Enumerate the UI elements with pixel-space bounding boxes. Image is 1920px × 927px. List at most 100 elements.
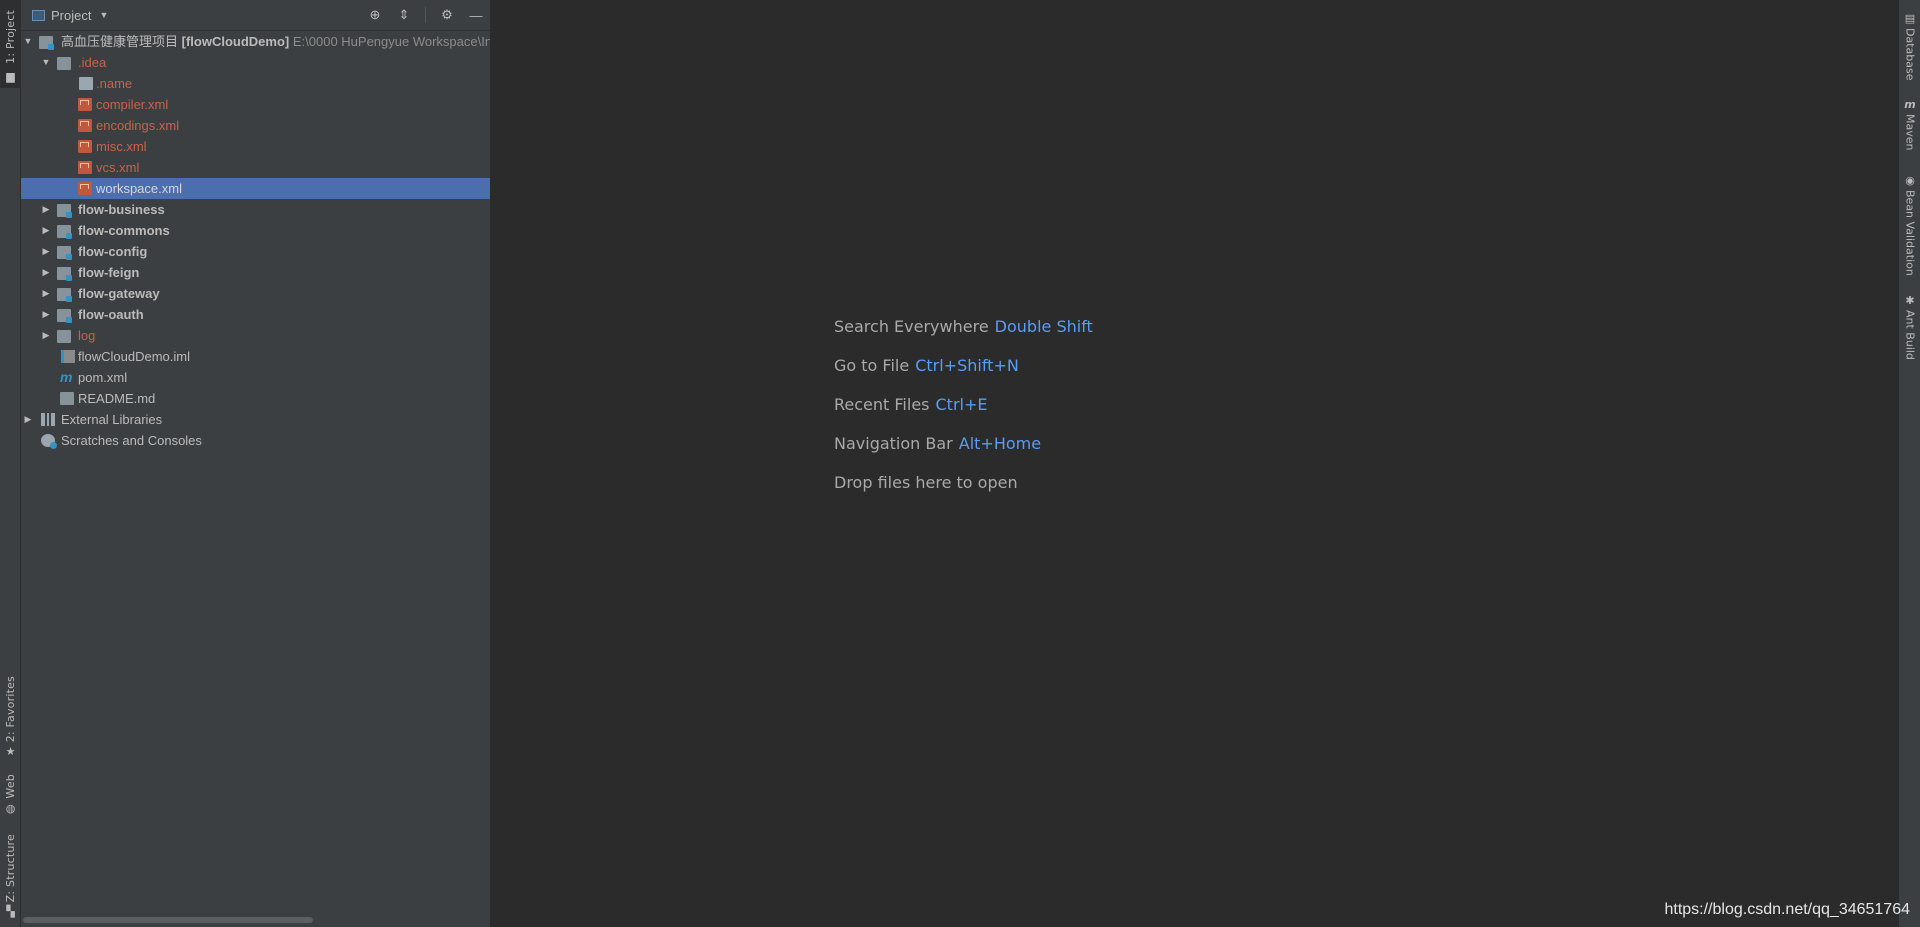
collapsed-arrow-icon[interactable]: ▶ xyxy=(40,325,52,346)
tree-row-external-libraries[interactable]: ▶ External Libraries xyxy=(21,409,490,430)
hint-label: Recent Files xyxy=(834,395,930,414)
module-folder-icon xyxy=(57,309,72,323)
expand-arrow-icon[interactable]: ▼ xyxy=(40,52,52,73)
tree-label: .name xyxy=(96,76,133,91)
tree-row-module[interactable]: ▶ flow-oauth xyxy=(21,304,490,325)
tree-row-root[interactable]: ▼ 高血压健康管理项目 [flowCloudDemo] E:\0000 HuPe… xyxy=(21,31,490,52)
tree-label: flow-commons xyxy=(78,223,170,238)
tree-row-module[interactable]: ▶ flow-gateway xyxy=(21,283,490,304)
tab-favorites[interactable]: 2: Favorites ★ xyxy=(0,676,21,759)
tab-maven[interactable]: m Maven xyxy=(1899,98,1920,150)
tree-label: flow-config xyxy=(78,244,148,259)
root-path: E:\0000 HuPengyue Workspace\Int xyxy=(292,34,491,49)
tree-label: flow-business xyxy=(78,202,165,217)
tab-database-label: Database xyxy=(1903,28,1917,81)
root-label: 高血压健康管理项目 [flowCloudDemo] E:\0000 HuPeng… xyxy=(61,31,491,52)
editor-area[interactable]: Search Everywhere Double Shift Go to File… xyxy=(491,3,1898,927)
tree-label: .idea xyxy=(78,55,107,70)
tree-label: flow-feign xyxy=(78,265,140,280)
hint-shortcut: Ctrl+Shift+N xyxy=(915,356,1019,375)
expand-arrow-icon[interactable]: ▼ xyxy=(22,31,34,52)
hint-label: Search Everywhere xyxy=(834,317,989,336)
tree-row-module[interactable]: ▶ flow-feign xyxy=(21,262,490,283)
chevron-down-icon[interactable]: ▼ xyxy=(99,10,108,20)
tab-project[interactable]: 1: Project ▆ xyxy=(0,0,21,88)
tab-database[interactable]: ▤ Database xyxy=(1899,12,1920,81)
database-icon: ▤ xyxy=(1904,12,1916,25)
tree-row-file[interactable]: README.md xyxy=(21,388,490,409)
iml-file-icon xyxy=(61,350,75,363)
tree-row-file[interactable]: .name xyxy=(21,73,490,94)
tree-row-module[interactable]: ▶ flow-config xyxy=(21,241,490,262)
collapsed-arrow-icon[interactable]: ▶ xyxy=(22,409,34,430)
maven-icon: m xyxy=(1904,98,1916,111)
star-icon: ★ xyxy=(5,745,16,759)
module-folder-icon xyxy=(39,36,54,50)
gear-icon[interactable]: ⚙ xyxy=(439,7,455,23)
hint-recent-files: Recent Files Ctrl+E xyxy=(834,395,987,414)
ant-icon: ✱ xyxy=(1905,294,1915,307)
tree-row-scratches[interactable]: Scratches and Consoles xyxy=(21,430,490,451)
tree-label: vcs.xml xyxy=(96,160,140,175)
tree-row-folder[interactable]: ▶ log xyxy=(21,325,490,346)
tree-label: workspace.xml xyxy=(96,181,182,196)
root-name: 高血压健康管理项目 xyxy=(61,34,179,49)
horizontal-scrollbar[interactable] xyxy=(23,917,313,923)
xml-file-icon xyxy=(78,98,92,111)
hint-label: Go to File xyxy=(834,356,910,375)
markdown-file-icon xyxy=(60,392,74,405)
collapsed-arrow-icon[interactable]: ▶ xyxy=(40,262,52,283)
tab-favorites-label: 2: Favorites xyxy=(4,676,17,743)
tree-label: README.md xyxy=(78,391,156,406)
hint-search-everywhere: Search Everywhere Double Shift xyxy=(834,317,1093,336)
left-tool-strip: 1: Project ▆ 2: Favorites ★ Web ◍ Z: Str… xyxy=(0,0,21,927)
hint-drop-files: Drop files here to open xyxy=(834,473,1018,492)
folder-icon: ▆ xyxy=(6,69,15,83)
hint-shortcut: Alt+Home xyxy=(958,434,1042,453)
project-panel: Project ▼ ⊕ ⇕ ⚙ — ▼ 高血压健康管理项目 [flowCloud… xyxy=(21,0,491,927)
collapsed-arrow-icon[interactable]: ▶ xyxy=(40,241,52,262)
watermark-text: https://blog.csdn.net/qq_34651764 xyxy=(1664,901,1910,918)
panel-title[interactable]: Project xyxy=(51,8,91,23)
library-icon xyxy=(41,413,55,426)
tab-web[interactable]: Web ◍ xyxy=(0,774,21,816)
tree-row-file[interactable]: misc.xml xyxy=(21,136,490,157)
collapsed-arrow-icon[interactable]: ▶ xyxy=(40,304,52,325)
tree-row-module[interactable]: ▶ flow-commons xyxy=(21,220,490,241)
minimize-icon[interactable]: — xyxy=(468,8,484,23)
collapsed-arrow-icon[interactable]: ▶ xyxy=(40,199,52,220)
tree-row-file[interactable]: m pom.xml xyxy=(21,367,490,388)
tree-label: Scratches and Consoles xyxy=(61,433,202,448)
tab-structure-label: Z: Structure xyxy=(4,834,17,903)
panel-header: Project ▼ ⊕ ⇕ ⚙ — xyxy=(21,0,490,31)
tab-bean-validation[interactable]: ◉ Bean Validation xyxy=(1899,174,1920,276)
collapsed-arrow-icon[interactable]: ▶ xyxy=(40,283,52,304)
tree-label: encodings.xml xyxy=(96,118,180,133)
hint-label: Drop files here to open xyxy=(834,473,1018,492)
module-folder-icon xyxy=(57,267,72,281)
hint-navigation-bar: Navigation Bar Alt+Home xyxy=(834,434,1041,453)
locate-icon[interactable]: ⊕ xyxy=(367,7,383,23)
module-folder-icon xyxy=(57,225,72,239)
tree-row-file[interactable]: compiler.xml xyxy=(21,94,490,115)
xml-file-icon xyxy=(78,119,92,132)
tab-ant-build[interactable]: ✱ Ant Build xyxy=(1899,294,1920,360)
tree-row-idea[interactable]: ▼ .idea xyxy=(21,52,490,73)
tab-structure[interactable]: Z: Structure ▚ xyxy=(0,834,21,919)
toolbar-divider xyxy=(425,7,426,23)
collapsed-arrow-icon[interactable]: ▶ xyxy=(40,220,52,241)
tree-row-file-selected[interactable]: workspace.xml xyxy=(21,178,490,199)
collapse-icon[interactable]: ⇕ xyxy=(396,7,412,23)
tree-row-file[interactable]: flowCloudDemo.iml xyxy=(21,346,490,367)
xml-file-icon xyxy=(78,161,92,174)
tree-label: flowCloudDemo.iml xyxy=(78,349,190,364)
folder-icon xyxy=(57,57,71,70)
tree-row-module[interactable]: ▶ flow-business xyxy=(21,199,490,220)
root-module: [flowCloudDemo] xyxy=(181,34,290,49)
structure-icon: ▚ xyxy=(6,905,15,919)
globe-icon: ◍ xyxy=(5,801,16,815)
tree-row-file[interactable]: encodings.xml xyxy=(21,115,490,136)
folder-icon xyxy=(57,330,71,343)
tab-maven-label: Maven xyxy=(1903,114,1917,151)
tree-row-file[interactable]: vcs.xml xyxy=(21,157,490,178)
